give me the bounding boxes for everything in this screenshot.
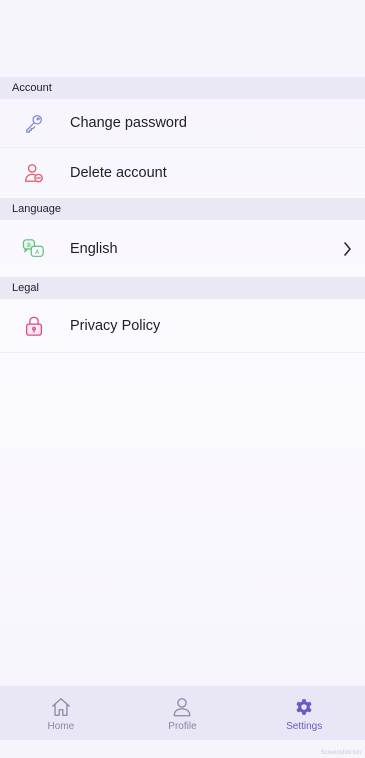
top-spacer [0,0,365,77]
svg-text:A: A [35,248,40,256]
language-english-label: English [70,240,118,257]
nav-settings[interactable]: Settings [264,695,344,732]
section-title-legal: Legal [12,282,39,294]
section-header-account: Account [0,77,365,99]
key-icon [22,111,46,135]
section-title-account: Account [12,82,52,94]
section-title-language: Language [12,203,61,215]
nav-settings-label: Settings [286,720,323,732]
nav-home[interactable]: Home [21,695,101,732]
watermark: Screenshot.fun [320,750,361,756]
privacy-policy-label: Privacy Policy [70,317,161,334]
home-icon [49,695,73,719]
settings-screen: Account Change password Delete account L… [0,0,365,758]
change-password-row[interactable]: Change password [0,99,365,148]
section-header-legal: Legal [0,277,365,299]
translate-icon: あ A [22,237,46,261]
chevron-right-icon [341,241,353,257]
delete-account-label: Delete account [70,165,167,181]
change-password-label: Change password [70,115,187,131]
delete-account-row[interactable]: Delete account [0,148,365,198]
bottom-nav: Home Profile Settings [0,686,365,740]
privacy-policy-row[interactable]: Privacy Policy [0,299,365,353]
user-remove-icon [22,161,46,185]
language-english-row[interactable]: あ A English [0,220,365,277]
profile-icon [170,695,194,719]
section-header-language: Language [0,198,365,220]
nav-home-label: Home [47,720,75,732]
gear-icon [292,695,316,719]
lock-icon [22,314,46,338]
nav-profile[interactable]: Profile [142,695,222,732]
nav-profile-label: Profile [168,720,197,732]
